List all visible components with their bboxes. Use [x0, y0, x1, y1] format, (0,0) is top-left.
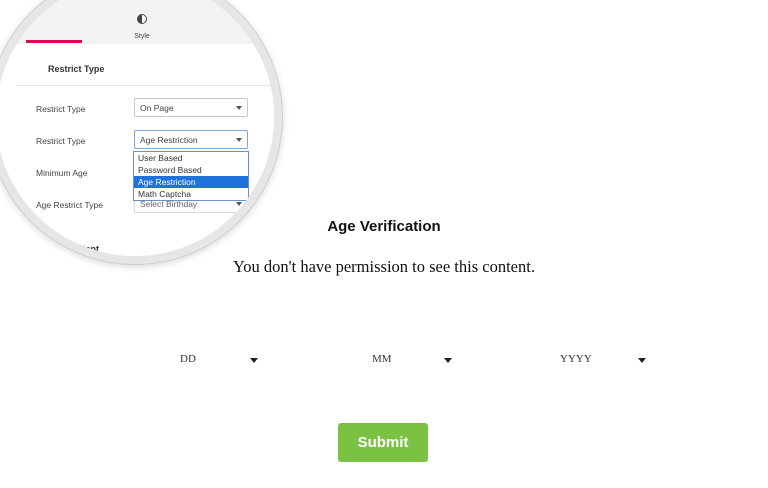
year-select[interactable]: YYYY	[560, 350, 648, 370]
permission-message: You don't have permission to see this co…	[233, 257, 535, 276]
month-select[interactable]: MM	[372, 350, 454, 370]
minimum-age-label: Minimum Age	[36, 168, 88, 178]
day-select[interactable]: DD	[180, 350, 260, 370]
chevron-down-icon	[250, 358, 258, 363]
section-divider	[16, 85, 274, 86]
restrict-type-select-value-2: Age Restriction	[140, 135, 198, 145]
submit-button[interactable]: Submit	[338, 423, 428, 462]
restrict-type-dropdown-list: User Based Password Based Age Restrictio…	[133, 151, 249, 201]
chevron-down-icon	[638, 358, 646, 363]
restrict-type-select-page[interactable]: On Page	[134, 98, 248, 117]
dropdown-option-age-restriction[interactable]: Age Restriction	[134, 176, 248, 188]
section-title-restrict-content: ict Content	[52, 244, 99, 254]
day-select-value: DD	[180, 353, 196, 365]
chevron-down-icon	[236, 202, 242, 206]
month-select-value: MM	[372, 353, 392, 365]
age-verification-heading: Age Verification	[327, 218, 441, 235]
restrict-type-label-2: Restrict Type	[36, 136, 86, 146]
dropdown-option-password-based[interactable]: Password Based	[134, 164, 248, 176]
year-select-value: YYYY	[560, 353, 592, 365]
chevron-down-icon	[444, 358, 452, 363]
tab-style-label: Style	[134, 33, 150, 40]
active-tab-indicator	[26, 40, 82, 43]
restrict-type-select-value: On Page	[140, 103, 174, 113]
restrict-type-label: Restrict Type	[36, 104, 86, 114]
dropdown-option-math-captcha[interactable]: Math Captcha	[134, 188, 248, 200]
editor-tab-bar: Style	[0, 0, 274, 45]
tab-style[interactable]: Style	[122, 14, 162, 43]
section-title-restrict-type: Restrict Type	[48, 64, 105, 74]
restrict-type-select-age[interactable]: Age Restriction	[134, 130, 248, 149]
dropdown-option-user-based[interactable]: User Based	[134, 152, 248, 164]
age-restrict-type-label: Age Restrict Type	[36, 200, 103, 210]
chevron-down-icon	[236, 106, 242, 110]
chevron-down-icon	[236, 138, 242, 142]
contrast-icon	[137, 14, 147, 24]
